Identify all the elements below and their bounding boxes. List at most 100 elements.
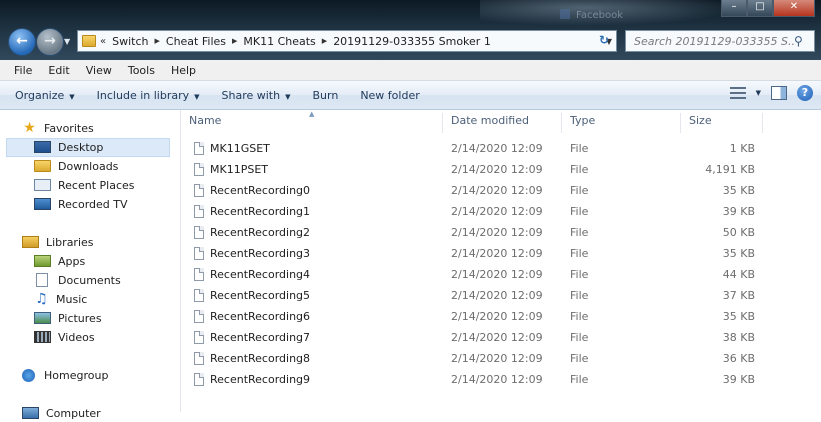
nav-music[interactable]: ♫ Music <box>34 290 87 308</box>
menu-file[interactable]: File <box>0 64 40 77</box>
chevron-down-icon: ▼ <box>194 92 200 101</box>
table-row[interactable]: RecentRecording6 2/14/2020 12:09 File 35 KB <box>181 306 821 327</box>
include-in-library-button[interactable]: Include in library ▼ <box>90 89 207 102</box>
column-header-type[interactable]: Type <box>562 113 681 133</box>
background-window-label: Facebook <box>576 10 623 21</box>
search-input[interactable]: Search 20191129-033355 S... <box>634 35 794 48</box>
table-row[interactable]: MK11PSET 2/14/2020 12:09 File 4,191 KB <box>181 159 821 180</box>
table-row[interactable]: MK11GSET 2/14/2020 12:09 File 1 KB <box>181 138 821 159</box>
table-row[interactable]: RecentRecording0 2/14/2020 12:09 File 35 KB <box>181 180 821 201</box>
breadcrumb-cheat-files[interactable]: Cheat Files <box>166 35 226 48</box>
file-date-modified: 2/14/2020 12:09 <box>451 184 543 197</box>
file-type: File <box>570 268 589 281</box>
table-row[interactable]: RecentRecording8 2/14/2020 12:09 File 36 KB <box>181 348 821 369</box>
address-bar[interactable]: « Switch ▶ Cheat Files ▶ MK11 Cheats ▶ 2… <box>77 30 617 52</box>
nav-recent-places-label: Recent Places <box>58 178 135 192</box>
menu-tools[interactable]: Tools <box>120 64 163 77</box>
chevron-down-icon: ▼ <box>285 92 291 101</box>
nav-desktop[interactable]: Desktop <box>34 138 103 156</box>
table-row[interactable]: RecentRecording4 2/14/2020 12:09 File 44 KB <box>181 264 821 285</box>
nav-recorded-tv[interactable]: Recorded TV <box>34 195 128 213</box>
file-name-cell[interactable]: MK11GSET <box>194 138 270 159</box>
breadcrumb-current-folder[interactable]: 20191129-033355 Smoker 1 <box>333 35 491 48</box>
nav-videos[interactable]: Videos <box>34 328 95 346</box>
nav-downloads[interactable]: Downloads <box>34 157 118 175</box>
file-name-cell[interactable]: RecentRecording6 <box>194 306 310 327</box>
nav-recent-places[interactable]: Recent Places <box>34 176 135 194</box>
file-date-modified: 2/14/2020 12:09 <box>451 373 543 386</box>
nav-pictures[interactable]: Pictures <box>34 309 102 327</box>
forward-button[interactable]: → <box>36 28 64 56</box>
menu-view[interactable]: View <box>78 64 120 77</box>
search-icon[interactable]: ⚲ <box>794 34 808 48</box>
nav-homegroup[interactable]: Homegroup <box>22 366 108 384</box>
search-box[interactable]: Search 20191129-033355 S... ⚲ <box>625 30 815 52</box>
file-name-cell[interactable]: RecentRecording1 <box>194 201 310 222</box>
nav-favorites[interactable]: ★ Favorites <box>22 119 94 137</box>
file-name-cell[interactable]: MK11PSET <box>194 159 268 180</box>
nav-apps-label: Apps <box>58 254 86 268</box>
preview-pane-icon[interactable] <box>771 86 787 100</box>
refresh-button[interactable]: ↻ <box>596 32 612 48</box>
folder-icon <box>82 35 96 47</box>
breadcrumb-mk11-cheats[interactable]: MK11 Cheats <box>243 35 315 48</box>
nav-computer[interactable]: Computer <box>22 404 101 422</box>
share-with-button[interactable]: Share with ▼ <box>215 89 298 102</box>
change-view-icon[interactable] <box>729 87 746 99</box>
file-name-cell[interactable]: RecentRecording5 <box>194 285 310 306</box>
nav-favorites-label: Favorites <box>44 121 94 135</box>
breadcrumb-switch[interactable]: Switch <box>112 35 148 48</box>
nav-libraries[interactable]: Libraries <box>22 233 94 251</box>
menu-edit[interactable]: Edit <box>40 64 77 77</box>
new-folder-button[interactable]: New folder <box>353 89 426 102</box>
table-row[interactable]: RecentRecording7 2/14/2020 12:09 File 38 KB <box>181 327 821 348</box>
menu-help[interactable]: Help <box>163 64 204 77</box>
column-header-name[interactable]: Name <box>181 113 443 133</box>
organize-button[interactable]: Organize ▼ <box>8 89 82 102</box>
file-size: 36 KB <box>722 352 755 365</box>
nav-desktop-label: Desktop <box>58 140 104 154</box>
column-header-size[interactable]: Size <box>681 113 763 133</box>
file-icon <box>194 247 204 260</box>
nav-documents[interactable]: Documents <box>34 271 121 289</box>
file-type: File <box>570 310 589 323</box>
back-button[interactable]: ← <box>8 28 36 56</box>
file-name-cell[interactable]: RecentRecording8 <box>194 348 310 369</box>
nav-apps[interactable]: Apps <box>34 252 85 270</box>
computer-icon <box>22 407 39 419</box>
table-row[interactable]: RecentRecording2 2/14/2020 12:09 File 50 KB <box>181 222 821 243</box>
file-name-cell[interactable]: RecentRecording7 <box>194 327 310 348</box>
star-icon: ★ <box>23 119 36 136</box>
view-controls: ▼ ? <box>729 85 813 101</box>
file-size: 44 KB <box>722 268 755 281</box>
file-date-modified: 2/14/2020 12:09 <box>451 247 543 260</box>
file-size: 38 KB <box>722 331 755 344</box>
file-name-cell[interactable]: RecentRecording2 <box>194 222 310 243</box>
table-row[interactable]: RecentRecording9 2/14/2020 12:09 File 39 KB <box>181 369 821 390</box>
file-name-cell[interactable]: RecentRecording0 <box>194 180 310 201</box>
file-icon <box>194 310 204 323</box>
more-views-chevron-icon[interactable]: ▼ <box>756 89 761 97</box>
recent-pages-dropdown[interactable]: ▼ <box>64 37 70 46</box>
file-name: MK11PSET <box>210 163 268 176</box>
column-header-date-modified[interactable]: Date modified <box>443 113 562 133</box>
table-row[interactable]: RecentRecording5 2/14/2020 12:09 File 37 KB <box>181 285 821 306</box>
file-name-cell[interactable]: RecentRecording3 <box>194 243 310 264</box>
arrow-left-icon: ← <box>16 33 28 49</box>
file-name-cell[interactable]: RecentRecording9 <box>194 369 310 390</box>
overflow-chevron[interactable]: « <box>100 36 106 47</box>
breadcrumb-separator-icon[interactable]: ▶ <box>232 37 237 45</box>
file-name-cell[interactable]: RecentRecording4 <box>194 264 310 285</box>
burn-button[interactable]: Burn <box>305 89 345 102</box>
breadcrumb-separator-icon[interactable]: ▶ <box>322 37 327 45</box>
table-row[interactable]: RecentRecording1 2/14/2020 12:09 File 39 KB <box>181 201 821 222</box>
file-type: File <box>570 184 589 197</box>
file-size: 1 KB <box>729 142 755 155</box>
close-button[interactable]: ✕ <box>773 0 815 17</box>
breadcrumb-separator-icon[interactable]: ▶ <box>155 37 160 45</box>
maximize-button[interactable]: □ <box>747 0 773 17</box>
table-row[interactable]: RecentRecording3 2/14/2020 12:09 File 35 KB <box>181 243 821 264</box>
file-type: File <box>570 205 589 218</box>
help-icon[interactable]: ? <box>797 85 813 101</box>
minimize-button[interactable]: – <box>721 0 747 17</box>
